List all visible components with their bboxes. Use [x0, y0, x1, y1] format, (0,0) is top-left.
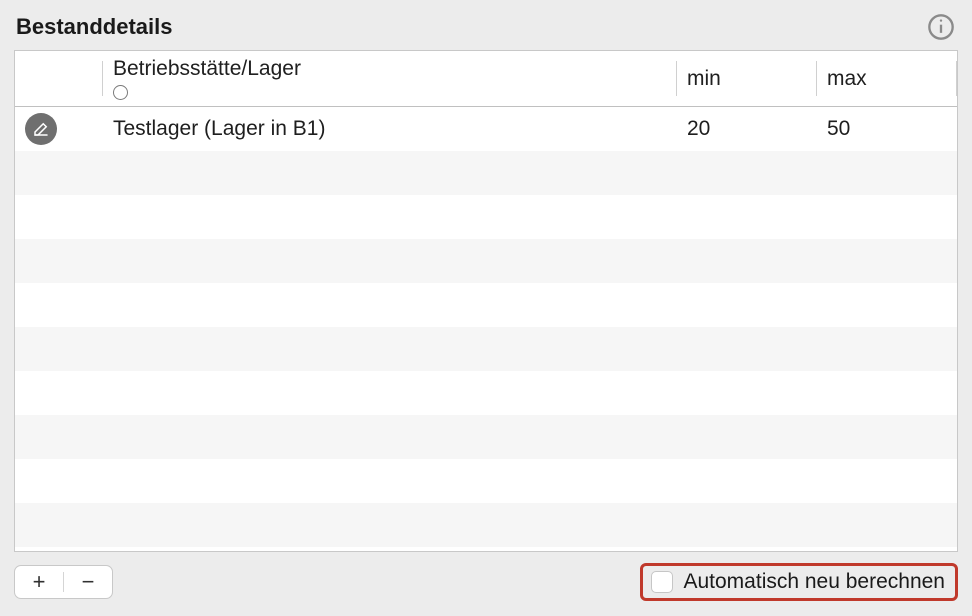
table-row[interactable]: Testlager (Lager in B1) 20 50 — [15, 107, 957, 151]
header-name-label: Betriebsstätte/Lager — [113, 57, 667, 81]
row-min: 20 — [677, 107, 817, 151]
table-row — [15, 503, 957, 547]
table-header-max[interactable]: max — [817, 51, 957, 106]
remove-button[interactable]: − — [64, 566, 112, 598]
add-button[interactable]: + — [15, 566, 63, 598]
auto-recalculate-highlight: Automatisch neu berechnen — [640, 563, 958, 601]
header-max-label: max — [827, 67, 947, 91]
table-body: Testlager (Lager in B1) 20 50 — [15, 107, 957, 551]
table-row — [15, 151, 957, 195]
auto-recalculate-checkbox[interactable] — [651, 571, 673, 593]
info-icon[interactable] — [926, 12, 956, 42]
inventory-details-panel: Bestanddetails Betriebsstätte/Lager min — [0, 0, 972, 616]
table-row — [15, 415, 957, 459]
panel-title: Bestanddetails — [16, 14, 173, 40]
inventory-table: Betriebsstätte/Lager min max — [14, 50, 958, 552]
footer-bar: + − Automatisch neu berechnen — [14, 552, 958, 604]
add-remove-control: + − — [14, 565, 113, 599]
table-header-min[interactable]: min — [677, 51, 817, 106]
table-row — [15, 371, 957, 415]
panel-header: Bestanddetails — [14, 12, 958, 42]
radio-icon[interactable] — [113, 85, 128, 100]
table-header-name[interactable]: Betriebsstätte/Lager — [103, 51, 677, 106]
header-min-label: min — [687, 67, 807, 91]
table-header-row: Betriebsstätte/Lager min max — [15, 51, 957, 107]
auto-recalculate-label[interactable]: Automatisch neu berechnen — [683, 570, 945, 594]
table-row — [15, 283, 957, 327]
table-row — [15, 195, 957, 239]
table-row — [15, 239, 957, 283]
table-header-icon-col — [15, 51, 103, 106]
edit-icon[interactable] — [25, 113, 57, 145]
table-row — [15, 459, 957, 503]
row-max: 50 — [817, 107, 957, 151]
row-name: Testlager (Lager in B1) — [103, 107, 677, 151]
table-row — [15, 327, 957, 371]
